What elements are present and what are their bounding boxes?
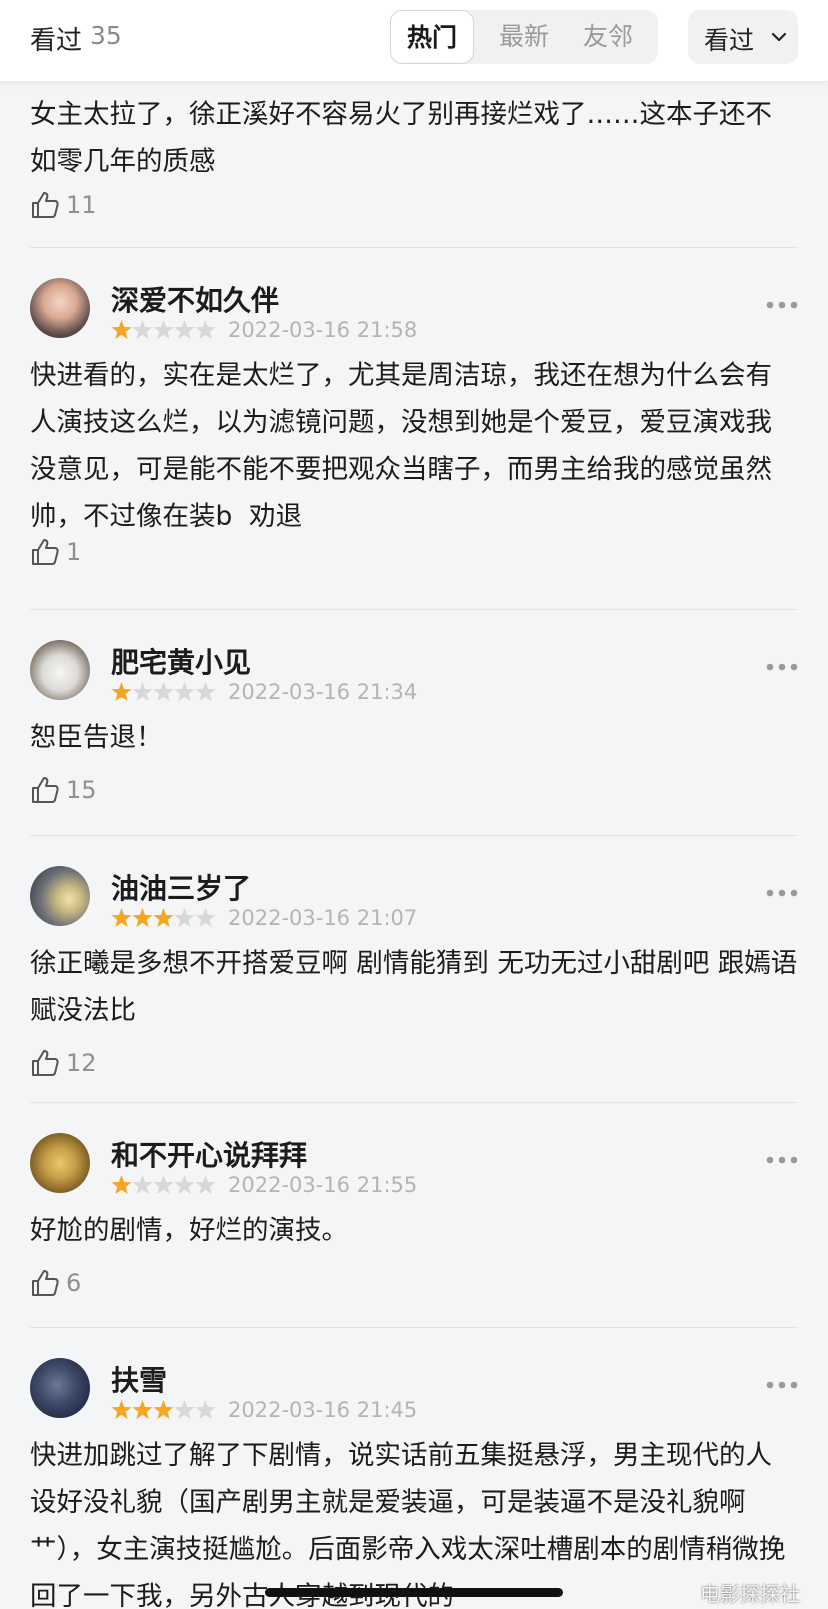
divider: [30, 609, 798, 610]
comment-text: 徐正曦是多想不开搭爱豆啊 剧情能猜到 无功无过小甜剧吧 跟嫣语赋没法比: [30, 948, 798, 1026]
home-indicator: [265, 1588, 563, 1597]
comment-date: 2022-03-16 21:34: [228, 680, 418, 704]
more-options-icon[interactable]: [766, 1381, 798, 1389]
username[interactable]: 肥宅黄小见: [111, 641, 251, 681]
comment-date: 2022-03-16 21:07: [228, 906, 418, 930]
thumbs-up-icon: [32, 192, 59, 218]
username[interactable]: 深爱不如久伴: [111, 279, 279, 319]
top-bar: 看过 35 热门 最新 友邻 看过: [0, 0, 828, 82]
more-options-icon[interactable]: [766, 889, 798, 897]
thumbs-up-icon: [32, 1050, 59, 1076]
star-filled-icon: [111, 908, 132, 927]
star-filled-icon: [153, 1400, 174, 1419]
status-filter-dropdown[interactable]: 看过: [688, 10, 798, 64]
username[interactable]: 油油三岁了: [111, 867, 251, 907]
star-empty-icon: [174, 908, 195, 927]
tab-hot[interactable]: 热门: [390, 10, 474, 64]
thumbs-up-icon: [32, 777, 59, 803]
tab-latest[interactable]: 最新: [482, 10, 566, 64]
comment-date: 2022-03-16 21:55: [228, 1173, 418, 1197]
star-filled-icon: [132, 908, 153, 927]
user-avatar[interactable]: [30, 1358, 90, 1418]
section-title: 看过: [30, 26, 83, 56]
star-filled-icon: [111, 1400, 132, 1419]
comment-text: 女主太拉了，徐正溪好不容易火了别再接烂戏了……这本子还不如零几年的质感: [30, 99, 772, 177]
star-filled-icon: [132, 1400, 153, 1419]
star-empty-icon: [153, 320, 174, 339]
thumbs-up-icon: [32, 1270, 59, 1296]
like-count: 11: [66, 191, 97, 219]
star-empty-icon: [195, 320, 216, 339]
review-count: 35: [90, 21, 122, 50]
sort-segmented-control: 热门 最新 友邻: [390, 10, 658, 64]
watermark: 电影探探社: [700, 1582, 800, 1606]
user-avatar[interactable]: [30, 866, 90, 926]
divider: [30, 1102, 798, 1103]
user-avatar[interactable]: [30, 1133, 90, 1193]
star-empty-icon: [132, 682, 153, 701]
star-rating: [111, 1400, 216, 1419]
star-empty-icon: [174, 1175, 195, 1194]
star-empty-icon: [132, 1175, 153, 1194]
comment-text: 快进加跳过了解了下剧情，说实话前五集挺悬浮，男主现代的人设好没礼貌（国产剧男主就…: [30, 1440, 786, 1609]
star-empty-icon: [153, 1175, 174, 1194]
star-empty-icon: [174, 682, 195, 701]
star-empty-icon: [174, 320, 195, 339]
star-empty-icon: [195, 682, 216, 701]
star-filled-icon: [111, 1175, 132, 1194]
more-options-icon[interactable]: [766, 1156, 798, 1164]
comment-text: 好尬的剧情，好烂的演技。: [30, 1215, 348, 1246]
more-options-icon[interactable]: [766, 663, 798, 671]
like-count: 6: [66, 1269, 82, 1297]
star-filled-icon: [111, 320, 132, 339]
star-rating: [111, 682, 216, 701]
comment-text: 快进看的，实在是太烂了，尤其是周洁琼，我还在想为什么会有人演技这么烂，以为滤镜问…: [30, 360, 772, 532]
comment-date: 2022-03-16 21:45: [228, 1398, 418, 1422]
star-rating: [111, 908, 216, 927]
star-empty-icon: [153, 682, 174, 701]
star-empty-icon: [174, 1400, 195, 1419]
divider: [30, 247, 798, 248]
star-empty-icon: [195, 1400, 216, 1419]
star-filled-icon: [153, 908, 174, 927]
like-count: 1: [66, 538, 82, 566]
username[interactable]: 扶雪: [111, 1359, 167, 1399]
chevron-down-icon: [771, 32, 787, 42]
user-avatar[interactable]: [30, 640, 90, 700]
star-empty-icon: [195, 908, 216, 927]
comment-date: 2022-03-16 21:58: [228, 318, 418, 342]
star-empty-icon: [132, 320, 153, 339]
star-rating: [111, 320, 216, 339]
more-options-icon[interactable]: [766, 301, 798, 309]
tab-friends[interactable]: 友邻: [566, 10, 650, 64]
star-empty-icon: [195, 1175, 216, 1194]
like-count: 12: [66, 1049, 97, 1077]
comment-text: 恕臣告退！: [30, 722, 163, 753]
like-count: 15: [66, 776, 97, 804]
username[interactable]: 和不开心说拜拜: [111, 1134, 307, 1174]
divider: [30, 835, 798, 836]
user-avatar[interactable]: [30, 278, 90, 338]
star-filled-icon: [111, 682, 132, 701]
filter-label: 看过: [704, 26, 755, 55]
divider: [30, 1327, 798, 1328]
thumbs-up-icon: [32, 539, 59, 565]
star-rating: [111, 1175, 216, 1194]
